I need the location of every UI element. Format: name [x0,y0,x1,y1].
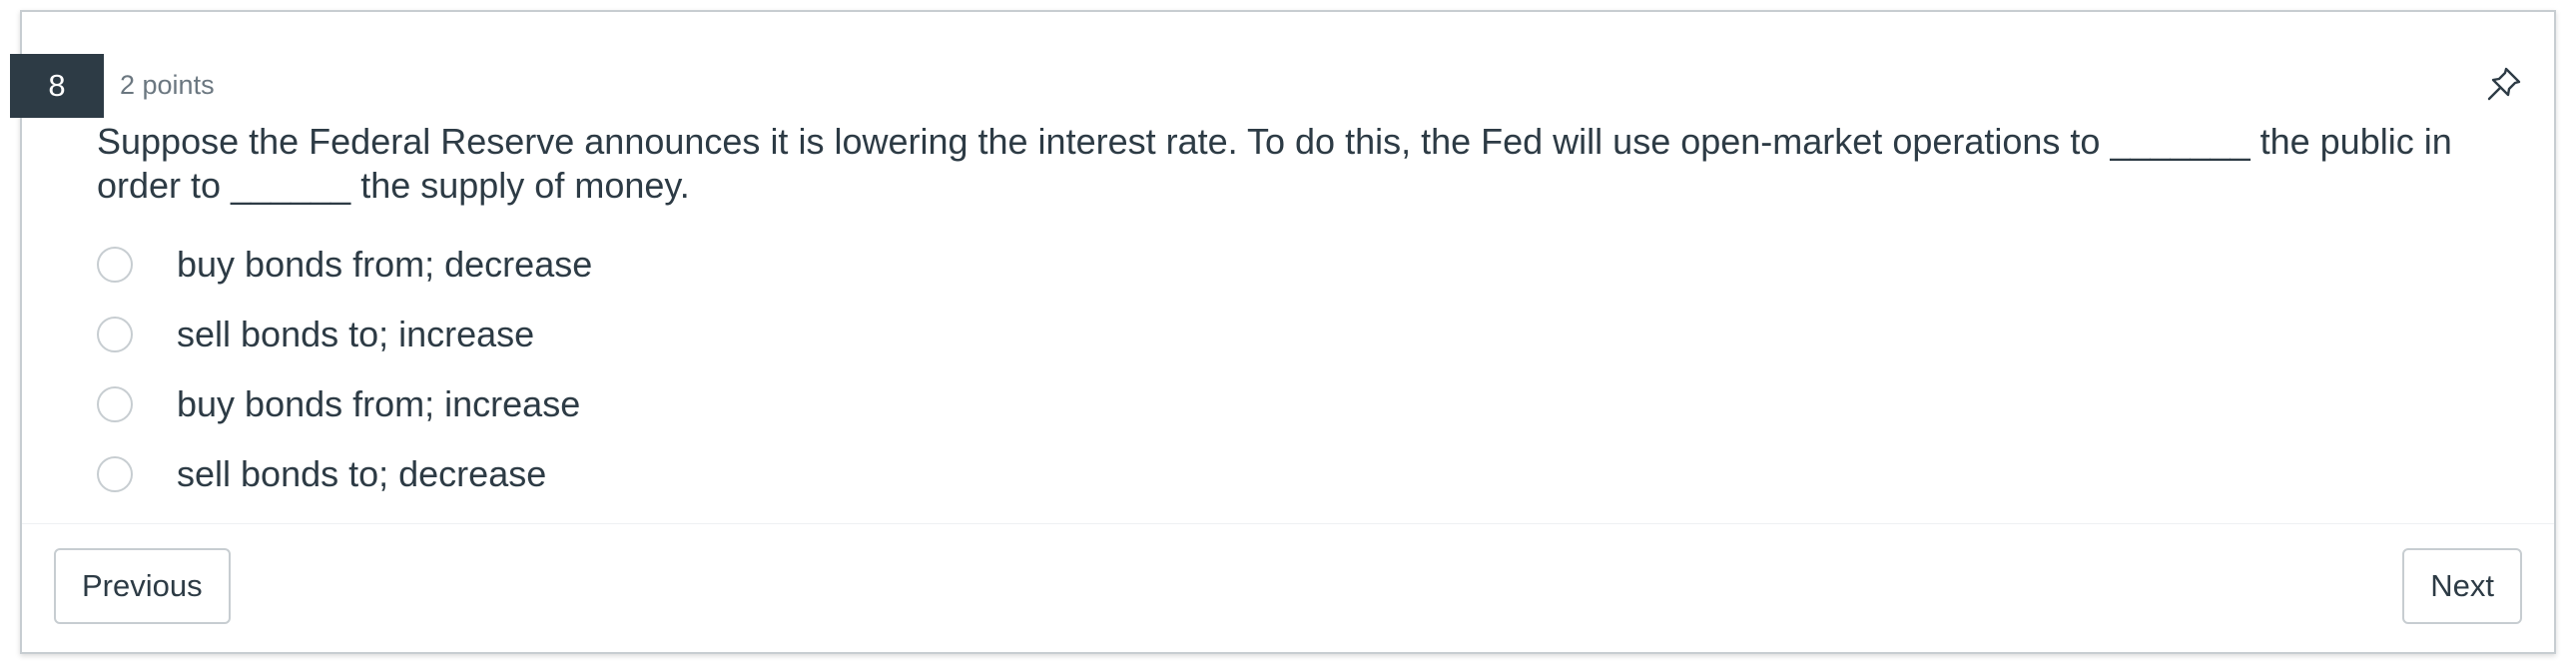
previous-button[interactable]: Previous [54,548,231,624]
answer-options: buy bonds from; decrease sell bonds to; … [97,230,592,509]
answer-option[interactable]: buy bonds from; decrease [97,230,592,300]
question-card: 8 2 points Suppose the Federal Reserve a… [10,10,2556,654]
answer-option-label: sell bonds to; increase [177,314,535,354]
pin-icon[interactable] [2484,64,2524,104]
answer-option-label: buy bonds from; increase [177,383,581,424]
radio-button[interactable] [97,386,133,422]
radio-button[interactable] [97,247,133,283]
answer-option[interactable]: buy bonds from; increase [97,369,592,439]
question-text: Suppose the Federal Reserve announces it… [97,121,2452,206]
radio-button[interactable] [97,317,133,352]
answer-option[interactable]: sell bonds to; increase [97,300,592,369]
navigation-footer: Previous Next [22,523,2554,652]
radio-button[interactable] [97,456,133,492]
question-points: 2 points [120,70,215,100]
answer-option-label: buy bonds from; decrease [177,244,593,285]
question-number-badge: 8 [10,54,104,118]
next-button[interactable]: Next [2402,548,2522,624]
answer-option-label: sell bonds to; decrease [177,453,547,494]
answer-option[interactable]: sell bonds to; decrease [97,439,592,509]
